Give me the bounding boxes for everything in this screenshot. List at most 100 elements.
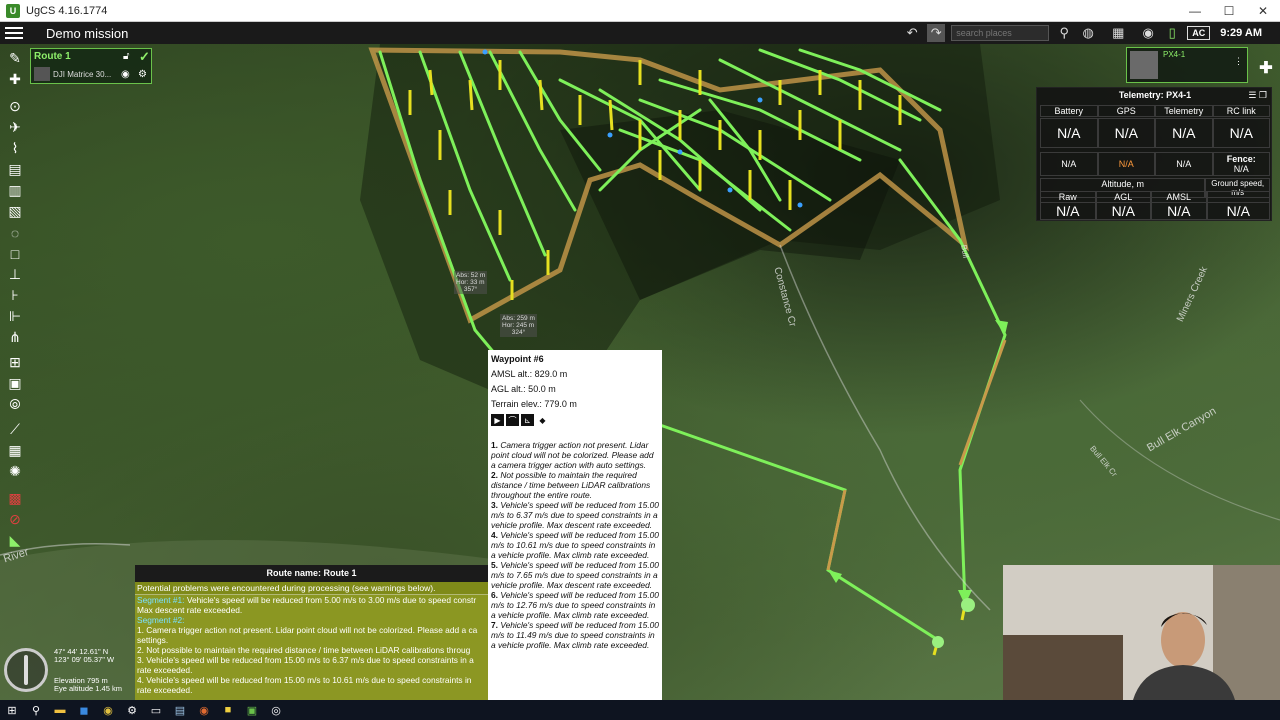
- menu-icon[interactable]: [0, 22, 28, 44]
- waypoint-popup[interactable]: Waypoint #6 AMSL alt.: 829.0 m AGL alt.:…: [488, 350, 662, 700]
- facade-icon[interactable]: ⊦: [4, 285, 26, 306]
- waypoint-icon[interactable]: ⊙: [4, 96, 26, 117]
- search-icon[interactable]: ⚲: [1055, 24, 1073, 42]
- add-vehicle-button[interactable]: ✚: [1258, 60, 1274, 77]
- vehicle-name: PX4-1: [1163, 50, 1186, 59]
- keyboard-icon[interactable]: ▦: [1103, 24, 1133, 42]
- minimize-button[interactable]: —: [1178, 0, 1212, 22]
- elevation-icon[interactable]: ▦: [4, 440, 26, 461]
- mesh-icon[interactable]: ⊞: [4, 352, 26, 373]
- layers-icon[interactable]: ⦾: [4, 394, 26, 415]
- route-panel[interactable]: Route 1 🔓︎ ✓ DJI Matrice 30... ◉ ⚙: [30, 48, 152, 84]
- distance-tooltip-1: Abs: 52 m Hor: 33 m 357°: [454, 271, 488, 294]
- outlook-icon[interactable]: ◼: [72, 700, 96, 720]
- ugcs-taskbar-icon[interactable]: ▣: [240, 700, 264, 720]
- measure-icon[interactable]: ⟋: [4, 419, 26, 440]
- direction-action-icon[interactable]: ◆: [536, 414, 549, 426]
- battery-label: Battery: [1040, 105, 1098, 117]
- ruler-icon[interactable]: ✎: [4, 48, 26, 69]
- warning-line: 3. Vehicle's speed will be reduced from …: [137, 655, 474, 665]
- warning-number: 3.: [491, 500, 498, 510]
- taskbar: ⊞ ⚲ ▬ ◼ ◉ ⚙ ▭ ▤ ◉ ■ ▣ ◎: [0, 700, 1280, 720]
- coordinates: 47° 44' 12.61" N 123° 09' 05.37" W: [54, 648, 114, 664]
- warning-text: Vehicle's speed will be reduced from 15.…: [491, 530, 659, 560]
- gear-icon[interactable]: ⚙: [138, 69, 147, 80]
- prohibited-icon[interactable]: ⊘: [4, 509, 26, 530]
- spiral-icon[interactable]: ▣: [4, 373, 26, 394]
- eye-icon[interactable]: ◉: [121, 69, 130, 80]
- obs-icon[interactable]: ◎: [264, 700, 288, 720]
- warning-line: 1. Camera trigger action not present. Li…: [137, 625, 478, 635]
- search-icon[interactable]: ⚲: [24, 700, 48, 720]
- warning-line: rate exceeded.: [137, 665, 193, 675]
- maximize-button[interactable]: ☐: [1212, 0, 1246, 22]
- settings-icon[interactable]: ⚙: [120, 700, 144, 720]
- amsl-value: N/A: [1151, 202, 1207, 220]
- corridor-icon[interactable]: ▧: [4, 201, 26, 222]
- lidar-icon[interactable]: ⊩: [4, 306, 26, 327]
- warnings-box[interactable]: Potential problems were encountered duri…: [135, 582, 488, 700]
- more-icon[interactable]: ⋮: [1234, 56, 1243, 67]
- compass-icon[interactable]: [4, 648, 48, 692]
- waypoint-agl: AGL alt.: 50.0 m: [491, 384, 556, 394]
- gimbal-action-icon[interactable]: ⌒: [506, 414, 519, 426]
- polyline-icon[interactable]: ⌇: [4, 138, 26, 159]
- row2-value-1: N/A: [1040, 152, 1098, 176]
- battery-value: N/A: [1040, 118, 1098, 148]
- route-name: Route 1: [34, 51, 71, 62]
- waypoint-warning-item: 5. Vehicle's speed will be reduced from …: [491, 560, 659, 590]
- warning-line: rate exceeded.: [137, 685, 193, 695]
- ground-speed-value: N/A: [1206, 202, 1271, 220]
- notepad-icon[interactable]: ▤: [168, 700, 192, 720]
- battery-icon: ▯: [1168, 25, 1176, 40]
- chat-icon[interactable]: ▭: [144, 700, 168, 720]
- segment-1-text: Vehicle's speed will be reduced from 5.0…: [184, 595, 477, 605]
- telemetry-label: Telemetry: [1155, 105, 1213, 117]
- lock-icon[interactable]: 🔓︎: [123, 51, 129, 62]
- waypoint-warnings: 1. Camera trigger action not present. Li…: [491, 440, 659, 650]
- windows-start-icon[interactable]: ⊞: [0, 700, 24, 720]
- ac-power-badge: AC: [1187, 26, 1211, 40]
- square-icon[interactable]: □: [4, 243, 26, 264]
- warning-line: settings.: [137, 635, 169, 645]
- warning-text: Not possible to maintain the required di…: [491, 470, 651, 500]
- nofly-zone-icon[interactable]: ▩: [4, 488, 26, 509]
- map-layers-icon[interactable]: ◣: [4, 530, 26, 551]
- vehicle-card[interactable]: PX4-1 ⋮: [1126, 47, 1248, 83]
- camera-action-icon[interactable]: ▶: [491, 414, 504, 426]
- telemetry-list-icon[interactable]: ☰ ❐: [1248, 90, 1267, 101]
- sun-icon[interactable]: ✺: [4, 461, 26, 482]
- clock: 9:29 AM: [1220, 27, 1262, 39]
- file-explorer-icon[interactable]: ▬: [48, 700, 72, 720]
- warning-number: 6.: [491, 590, 498, 600]
- photogrammetry-icon[interactable]: ▤: [4, 159, 26, 180]
- eye-altitude: Eye altitude 1.45 km: [54, 684, 122, 693]
- drone-icon[interactable]: ✈: [4, 117, 26, 138]
- window-titlebar: U UgCS 4.16.1774 — ☐ ✕: [0, 0, 1280, 22]
- segment-1-label: Segment #1:: [137, 595, 185, 605]
- mission-title: Demo mission: [46, 25, 129, 41]
- firefox-icon[interactable]: ◉: [192, 700, 216, 720]
- undo-icon[interactable]: ↶: [903, 24, 921, 42]
- lidar-action-icon[interactable]: ⊾: [521, 414, 534, 426]
- close-button[interactable]: ✕: [1246, 0, 1280, 22]
- globe-icon[interactable]: ◍: [1079, 24, 1097, 42]
- warning-text: Vehicle's speed will be reduced from 15.…: [491, 620, 659, 650]
- warning-line: 2. Not possible to maintain the required…: [137, 645, 471, 655]
- area-scan-icon[interactable]: ▥: [4, 180, 26, 201]
- chrome-icon[interactable]: ◉: [96, 700, 120, 720]
- search-input[interactable]: [951, 25, 1050, 41]
- circle-icon[interactable]: ◌: [4, 222, 26, 243]
- adsb-icon[interactable]: ◉: [1139, 24, 1157, 42]
- sticky-notes-icon[interactable]: ■: [216, 700, 240, 720]
- webcam-overlay: [1003, 565, 1280, 700]
- row2-value-3: N/A: [1155, 152, 1213, 176]
- check-icon[interactable]: ✓: [139, 49, 150, 65]
- tool-icon[interactable]: ⋔: [4, 327, 26, 348]
- distance-tooltip-2: Abs: 259 m Hor: 245 m 324°: [500, 314, 537, 337]
- warning-line: 4. Vehicle's speed will be reduced from …: [137, 675, 472, 685]
- redo-icon[interactable]: ↷: [927, 24, 946, 42]
- add-icon[interactable]: ✚: [4, 69, 26, 90]
- warning-number: 2.: [491, 470, 498, 480]
- vertical-scan-icon[interactable]: ⊥: [4, 264, 26, 285]
